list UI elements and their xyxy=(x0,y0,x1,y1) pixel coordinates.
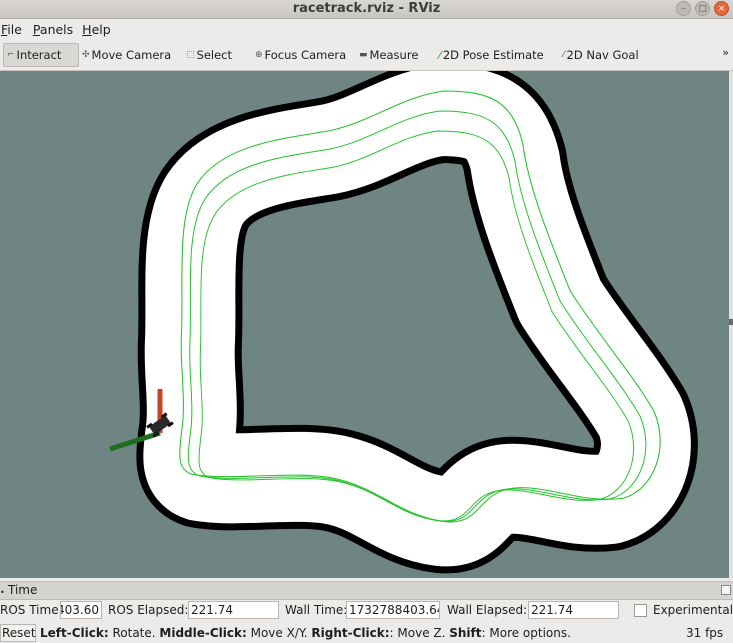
tool-select[interactable]: ⬚ Select xyxy=(186,43,232,67)
focus-camera-icon: ⊕ xyxy=(255,50,263,60)
hint-right-click-text: : Move Z. xyxy=(389,626,450,640)
tool-2d-pose-estimate-label: 2D Pose Estimate xyxy=(442,48,544,62)
hint-middle-click-key: Middle-Click: xyxy=(159,626,247,640)
select-icon: ⬚ xyxy=(186,50,195,60)
menu-help-label: elp xyxy=(91,22,111,37)
mouse-hint: Left-Click: Rotate. Middle-Click: Move X… xyxy=(40,623,571,643)
menu-panels-label: anels xyxy=(39,22,74,37)
pose-estimate-icon: ⁄ xyxy=(439,48,441,62)
hint-left-click-key: Left-Click: xyxy=(40,626,109,640)
reset-button[interactable]: Reset xyxy=(0,624,36,642)
tool-measure-label: Measure xyxy=(369,48,419,62)
ros-time-field[interactable]: 1732788403.60 xyxy=(60,601,102,619)
nav-goal-icon: ⁄ xyxy=(563,50,565,60)
experimental-label: Experimental xyxy=(653,603,733,617)
side-panel-splitter[interactable] xyxy=(729,71,733,578)
hint-shift-text: : More options. xyxy=(481,626,571,640)
window-title: racetrack.rviz - RViz xyxy=(292,1,441,16)
tool-measure[interactable]: ▬ Measure xyxy=(359,43,418,67)
ros-elapsed-field[interactable]: 221.74 xyxy=(188,601,279,619)
tool-interact[interactable]: ⌐ Interact xyxy=(3,43,79,67)
tool-2d-nav-goal-label: 2D Nav Goal xyxy=(566,48,639,62)
menu-help[interactable]: Help xyxy=(82,19,116,40)
hint-shift-key: Shift xyxy=(449,626,482,640)
wall-elapsed-label: Wall Elapsed: xyxy=(447,603,528,617)
move-camera-icon: ✣ xyxy=(82,50,90,60)
hint-right-click-key: Right-Click: xyxy=(311,626,390,640)
time-panel-row: ROS Time: 1732788403.60 ROS Elapsed: 221… xyxy=(0,600,733,620)
hint-middle-click-text: Move X/Y. xyxy=(246,626,312,640)
menu-panels-mnemonic: P xyxy=(32,22,40,37)
wall-time-field[interactable]: 1732788403.64 xyxy=(346,601,440,619)
tool-bar: ⌐ Interact ✣ Move Camera ⬚ Select ⊕ Focus Ca… xyxy=(0,40,733,71)
close-icon[interactable]: × xyxy=(714,1,729,16)
menu-panels[interactable]: Panels xyxy=(33,19,78,40)
minimize-icon[interactable]: – xyxy=(676,1,691,16)
menu-help-mnemonic: H xyxy=(82,22,92,37)
close-panel-icon[interactable] xyxy=(721,585,731,595)
panel-grip-icon: • xyxy=(0,588,5,597)
menu-file[interactable]: File xyxy=(0,19,27,40)
wall-elapsed-field[interactable]: 221.74 xyxy=(528,601,619,619)
time-panel-title: Time xyxy=(8,583,38,597)
time-panel-header: • Time xyxy=(0,581,733,600)
maximize-icon[interactable]: □ xyxy=(695,1,710,16)
fps-counter: 31 fps xyxy=(686,626,724,640)
tool-2d-pose-estimate[interactable]: ⁄ 2D Pose Estimate xyxy=(439,43,544,67)
tool-select-label: Select xyxy=(196,48,232,62)
menu-bar: File Panels Help xyxy=(0,19,733,40)
ros-time-label: ROS Time: xyxy=(0,603,63,617)
tool-move-camera[interactable]: ✣ Move Camera xyxy=(82,43,171,67)
tool-focus-camera-label: Focus Camera xyxy=(264,48,347,62)
status-bar: Reset Left-Click: Rotate. Middle-Click: … xyxy=(0,623,733,643)
splitter-handle-icon xyxy=(729,319,733,325)
measure-icon: ▬ xyxy=(359,50,368,60)
window-titlebar[interactable]: racetrack.rviz - RViz – □ × xyxy=(0,0,733,19)
interact-icon: ⌐ xyxy=(7,50,15,60)
tool-focus-camera[interactable]: ⊕ Focus Camera xyxy=(255,43,346,67)
wall-time-label: Wall Time: xyxy=(285,603,348,617)
occupancy-map xyxy=(109,71,729,578)
ros-elapsed-label: ROS Elapsed: xyxy=(108,603,189,617)
tool-interact-label: Interact xyxy=(16,48,62,62)
tool-2d-nav-goal[interactable]: ⁄ 2D Nav Goal xyxy=(563,43,639,67)
tool-move-camera-label: Move Camera xyxy=(91,48,172,62)
hint-left-click-text: Rotate. xyxy=(108,626,160,640)
toolbar-overflow-icon[interactable]: » xyxy=(722,46,729,59)
experimental-checkbox[interactable] xyxy=(634,604,647,617)
menu-file-label: ile xyxy=(7,22,22,37)
render-viewport[interactable] xyxy=(0,71,729,578)
